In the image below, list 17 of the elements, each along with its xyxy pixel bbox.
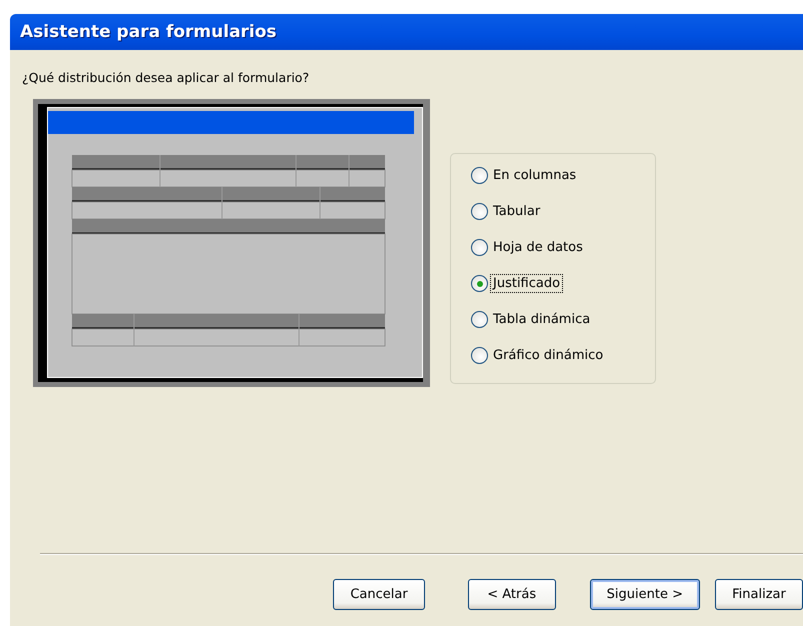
back-button[interactable]: < Atrás [468,579,556,610]
radio-option[interactable]: Tabular [471,202,544,221]
radio-icon[interactable] [471,311,488,328]
radio-option[interactable]: Gráfico dinámico [471,346,606,365]
radio-icon[interactable] [471,203,488,220]
radio-option[interactable]: Hoja de datos [471,238,586,257]
next-button[interactable]: Siguiente > [590,579,700,610]
radio-option[interactable]: Tabla dinámica [471,310,594,329]
radio-icon[interactable] [471,275,488,292]
radio-icon[interactable] [471,167,488,184]
radio-icon[interactable] [471,239,488,256]
prompt-text: ¿Qué distribución desea aplicar al formulario? [22,70,310,85]
radio-icon[interactable] [471,347,488,364]
window-title: Asistente para formularios [20,22,277,42]
finish-button[interactable]: Finalizar [715,579,803,610]
radio-option[interactable]: En columnas [471,166,580,185]
cancel-button[interactable]: Cancelar [333,579,425,610]
